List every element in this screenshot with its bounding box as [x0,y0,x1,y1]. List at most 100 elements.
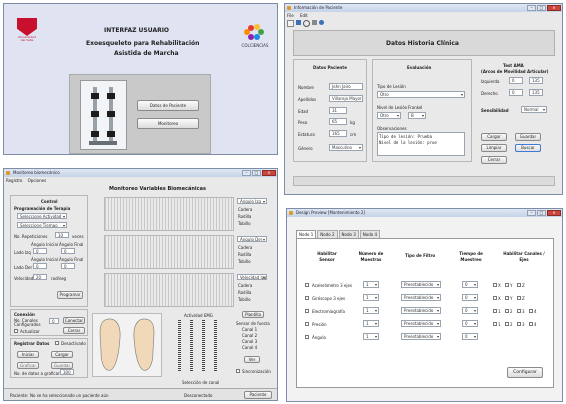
gyroscope-axis-z-checkbox[interactable] [517,296,521,300]
save-button[interactable]: Guardar [515,133,541,141]
right-value-min[interactable]: 0 [509,89,523,96]
deactivated-checkbox[interactable] [55,341,59,345]
emg-channel-4-checkbox[interactable] [529,309,533,313]
age-field[interactable]: 31 [329,107,347,114]
gyroscope-samples-select[interactable]: 1 [363,294,379,301]
close-button[interactable]: × [262,170,276,176]
patient-data-button[interactable]: Datos de Paciente [137,100,199,111]
maximize-button[interactable]: □ [537,5,546,11]
emg-channel-2-checkbox[interactable] [505,309,509,313]
sync-checkbox[interactable] [236,369,240,373]
patient-button[interactable]: Paciente [244,391,272,399]
time-select[interactable]: Seleccione Tiempo [17,222,67,228]
injury-level-select[interactable]: Otro [377,112,401,119]
update-checkbox[interactable] [14,329,18,333]
gyroscope-axis-y-checkbox[interactable] [505,296,509,300]
height-field[interactable]: 165 [329,130,347,137]
accelerometer-axis-z-checkbox[interactable] [517,283,521,287]
emg-channel-1-checkbox[interactable] [493,309,497,313]
minimize-button[interactable]: – [527,5,536,11]
pressure-samples-select[interactable]: 1 [363,320,379,327]
maximize-button[interactable]: □ [252,170,261,176]
accelerometer-samples-select[interactable]: 1 [363,281,379,288]
search-button[interactable]: Buscar [515,144,541,152]
minimize-button[interactable]: – [527,210,536,216]
activity-select[interactable]: Seleccione Actividad [17,213,67,219]
zoom-icon[interactable] [303,20,310,27]
pressure-channel-1-checkbox[interactable] [493,322,497,326]
chart3-variable-select[interactable]: Velocidad Izq [237,274,267,280]
repetitions-field[interactable]: 10 [55,232,69,238]
injury-type-select[interactable]: Otro [377,91,465,98]
load-data-button[interactable]: Cargar [51,351,73,358]
gender-select[interactable]: Masculino [329,144,363,151]
enable-accelerometer-checkbox[interactable] [305,283,309,287]
maximize-button[interactable]: □ [537,210,546,216]
accelerometer-axis-y-checkbox[interactable] [505,283,509,287]
name-field[interactable]: John Jairo [329,83,363,90]
minimize-button[interactable]: – [242,170,251,176]
pressure-channel-2-checkbox[interactable] [505,322,509,326]
gyroscope-filter-select[interactable]: Preestablecido [401,294,441,301]
menu-opciones[interactable]: Opciones [28,178,47,183]
accelerometer-time-select[interactable]: 0 [462,281,478,288]
load-button[interactable]: Cargar [481,133,507,141]
template-button[interactable]: Plantilla [242,311,264,318]
pressure-channel-4-checkbox[interactable] [529,322,533,326]
right-final-angle-field[interactable]: 0 [61,263,75,269]
save-icon[interactable] [296,20,301,25]
connect-button[interactable]: Conectar [63,317,85,324]
enable-angle-checkbox[interactable] [305,335,309,339]
right-value-max[interactable]: 135 [529,89,543,96]
plot-count-field[interactable]: 300 [60,369,74,375]
enable-pressure-checkbox[interactable] [305,322,309,326]
monitoring-button[interactable]: Monitoreo [137,118,199,129]
menu-file[interactable]: File [287,13,294,18]
view-button[interactable]: Ver [244,356,260,363]
left-value-min[interactable]: 0 [509,77,523,84]
clear-button[interactable]: Limpiar [481,144,507,152]
angle-filter-select[interactable]: Preestablecido [401,333,441,340]
frankel-select[interactable]: B [408,112,426,119]
weight-field[interactable]: 65 [329,118,347,125]
left-final-angle-field[interactable]: 0 [61,248,75,254]
start-button[interactable]: Iniciar [17,351,39,358]
angle-time-select[interactable]: 0 [462,333,478,340]
pressure-channel-3-checkbox[interactable] [517,322,521,326]
print-icon[interactable] [312,20,317,25]
menu-edit[interactable]: Edit [300,13,308,18]
enable-gyroscope-checkbox[interactable] [305,296,309,300]
new-file-icon[interactable] [287,20,294,27]
save-data-button[interactable]: Guardar [51,362,73,369]
pressure-filter-select[interactable]: Preestablecido [401,320,441,327]
close-button[interactable]: × [547,210,561,216]
help-icon[interactable] [319,20,324,25]
close-dialog-button[interactable]: Cerrar [481,156,507,164]
emg-time-select[interactable]: 0 [462,307,478,314]
close-connection-button[interactable]: Cerrar [63,327,85,334]
accelerometer-filter-select[interactable]: Preestablecido [401,281,441,288]
right-initial-angle-field[interactable]: 0 [33,263,47,269]
chart2-variable-select[interactable]: Ángulo Der [237,236,267,242]
accelerometer-axis-x-checkbox[interactable] [493,283,497,287]
plot-button[interactable]: Graficar [17,362,39,369]
emg-filter-select[interactable]: Preestablecido [401,307,441,314]
emg-samples-select[interactable]: 1 [363,307,379,314]
left-value-max[interactable]: 135 [529,77,543,84]
velocity-field[interactable]: 20 [33,274,47,280]
observations-textarea[interactable]: Tipo de lesión: Prueba Nivel de la lesió… [377,132,465,156]
surname-field[interactable]: Villarejo Mayor [329,95,363,102]
pressure-time-select[interactable]: 0 [462,320,478,327]
emg-channel-3-checkbox[interactable] [517,309,521,313]
angle-samples-select[interactable]: 1 [363,333,379,340]
configure-button[interactable]: Configurar [507,367,543,378]
enable-emg-checkbox[interactable] [305,309,309,313]
chart1-variable-select[interactable]: Ángulo Izq [237,198,267,204]
close-button[interactable]: × [547,5,561,11]
menu-registro[interactable]: Registro [6,178,22,183]
left-initial-angle-field[interactable]: 0 [33,248,47,254]
gyroscope-time-select[interactable]: 0 [462,294,478,301]
program-button[interactable]: Programar [57,291,83,299]
sensitivity-select[interactable]: Normal [521,106,547,113]
gyroscope-axis-x-checkbox[interactable] [493,296,497,300]
